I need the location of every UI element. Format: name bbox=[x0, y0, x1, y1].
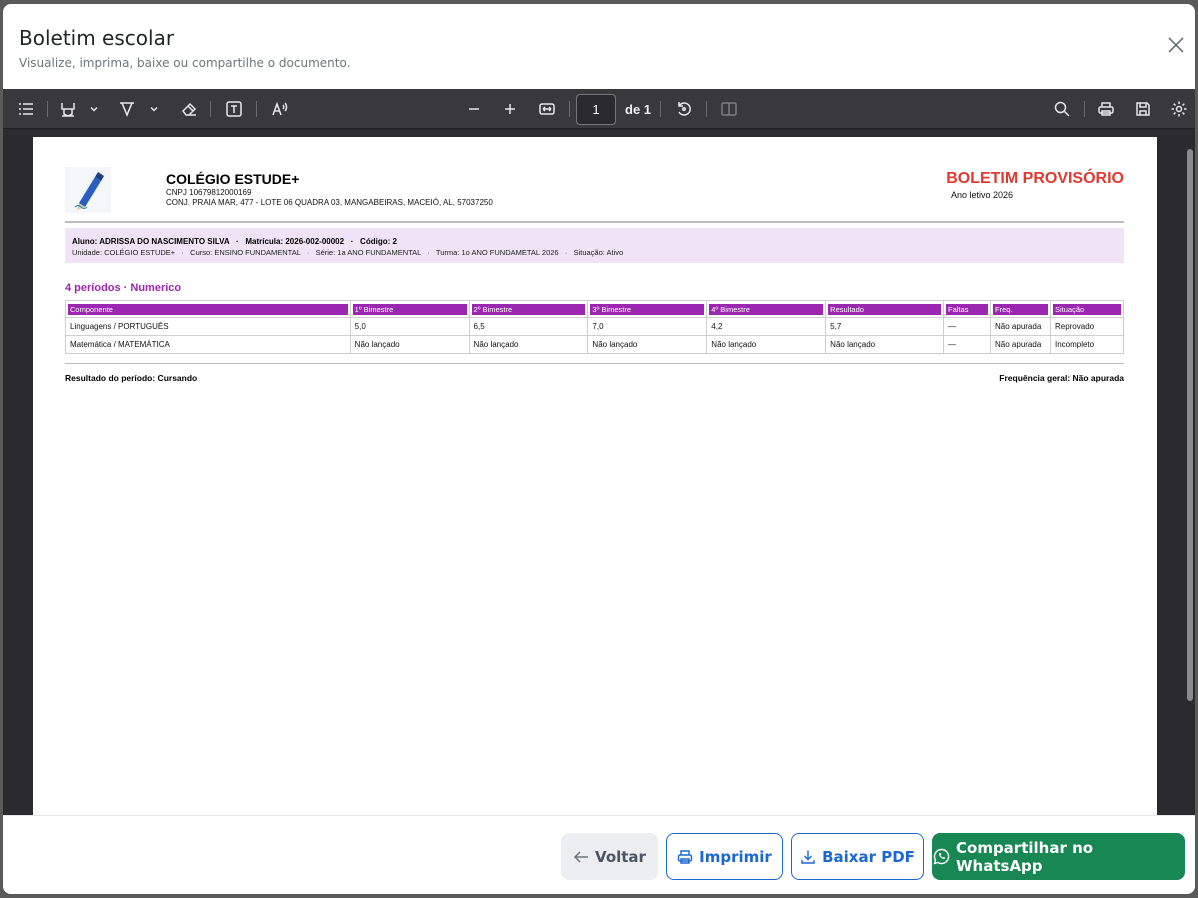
toolbar-divider bbox=[706, 101, 707, 117]
school-year: Ano letivo 2026 bbox=[951, 190, 1014, 200]
table-cell: Matemática / MATEMÁTICA bbox=[65, 335, 351, 354]
zoom-in-icon[interactable] bbox=[499, 98, 521, 120]
printer-icon bbox=[677, 849, 693, 864]
print-button-label: Imprimir bbox=[699, 847, 772, 866]
student-enrollment: Unidade: COLÉGIO ESTUDE+ · Curso: ENSINO… bbox=[72, 248, 624, 257]
table-cell: — bbox=[943, 335, 992, 354]
table-cell: 6,5 bbox=[468, 317, 589, 336]
toolbar-divider bbox=[47, 101, 48, 117]
period-result: Resultado do período: Cursando bbox=[65, 373, 198, 383]
toolbar-divider bbox=[210, 101, 211, 117]
header-divider bbox=[65, 221, 1124, 223]
modal-subtitle: Visualize, imprima, baixe ou compartilhe… bbox=[19, 56, 351, 70]
share-whatsapp-label: Compartilhar no WhatsApp bbox=[956, 838, 1094, 875]
toolbar-divider bbox=[1084, 101, 1085, 117]
download-pdf-label: Baixar PDF bbox=[822, 847, 915, 866]
table-cell: Não lançado bbox=[825, 335, 945, 354]
print-icon[interactable] bbox=[1095, 98, 1117, 120]
table-cell: 5,7 bbox=[825, 317, 945, 336]
student-info-box: Aluno: ADRISSA DO NASCIMENTO SILVA · Mat… bbox=[65, 228, 1124, 263]
back-button[interactable]: Voltar bbox=[561, 833, 658, 880]
grades-table: Componente 1º Bimestre 2º Bimestre 3º Bi… bbox=[65, 300, 1125, 354]
column-header: Resultado bbox=[825, 300, 945, 318]
school-name: COLÉGIO ESTUDE+ bbox=[166, 171, 300, 187]
chevron-down-icon[interactable] bbox=[83, 98, 105, 120]
settings-icon[interactable] bbox=[1168, 98, 1190, 120]
chevron-down-icon[interactable] bbox=[143, 98, 165, 120]
draw-icon[interactable] bbox=[116, 98, 138, 120]
column-header: 3º Bimestre bbox=[587, 300, 708, 318]
vertical-scrollbar[interactable] bbox=[1185, 129, 1195, 815]
table-cell: 4,2 bbox=[706, 317, 827, 336]
toolbar-divider bbox=[660, 101, 661, 117]
pdf-viewer: 1 de 1 COLÉGIO ESTUDE+ CNPJ 106798120001… bbox=[3, 89, 1195, 815]
whatsapp-icon bbox=[933, 848, 950, 865]
column-header: 1º Bimestre bbox=[349, 300, 470, 318]
toolbar-divider bbox=[256, 101, 257, 117]
results-divider bbox=[65, 363, 1124, 364]
table-cell: Reprovado bbox=[1049, 317, 1125, 336]
page-view-icon[interactable] bbox=[718, 98, 740, 120]
table-cell: Não lançado bbox=[468, 335, 589, 354]
zoom-out-icon[interactable] bbox=[463, 98, 485, 120]
table-cell: Não apurada bbox=[990, 335, 1051, 354]
modal-header: Boletim escolar Visualize, imprima, baix… bbox=[3, 4, 1195, 89]
column-header: Componente bbox=[65, 300, 351, 318]
table-cell: 7,0 bbox=[587, 317, 708, 336]
table-header-row: Componente 1º Bimestre 2º Bimestre 3º Bi… bbox=[65, 300, 1125, 318]
highlight-icon[interactable] bbox=[57, 98, 79, 120]
table-cell: Não lançado bbox=[587, 335, 708, 354]
pdf-page: COLÉGIO ESTUDE+ CNPJ 10679812000169 CONJ… bbox=[33, 137, 1157, 815]
table-cell: Não lançado bbox=[349, 335, 470, 354]
toolbar-divider bbox=[569, 101, 570, 117]
column-header: 4º Bimestre bbox=[706, 300, 827, 318]
modal-title: Boletim escolar bbox=[19, 26, 175, 50]
table-cell: 5,0 bbox=[349, 317, 470, 336]
read-aloud-icon[interactable] bbox=[269, 98, 291, 120]
school-logo bbox=[65, 167, 111, 213]
document-title: BOLETIM PROVISÓRIO bbox=[946, 170, 1124, 187]
column-header: Freq. bbox=[990, 300, 1051, 318]
save-icon[interactable] bbox=[1132, 98, 1154, 120]
school-cnpj: CNPJ 10679812000169 bbox=[166, 188, 252, 197]
school-address: CONJ. PRAIA MAR, 477 - LOTE 06 QUADRA 03… bbox=[166, 198, 493, 207]
download-icon bbox=[801, 850, 815, 864]
text-box-icon[interactable] bbox=[223, 98, 245, 120]
page-count-label: de 1 bbox=[625, 102, 652, 117]
table-cell: Incompleto bbox=[1049, 335, 1125, 354]
search-icon[interactable] bbox=[1051, 98, 1073, 120]
table-cell: Linguagens / PORTUGUÊS bbox=[65, 317, 351, 336]
periods-label: 4 períodos · Numerico bbox=[65, 282, 182, 294]
table-cell: — bbox=[943, 317, 992, 336]
download-pdf-button[interactable]: Baixar PDF bbox=[791, 833, 924, 880]
sidebar-toggle-icon[interactable] bbox=[15, 98, 37, 120]
table-row: Matemática / MATEMÁTICA Não lançado Não … bbox=[65, 335, 1125, 354]
table-cell: Não lançado bbox=[706, 335, 827, 354]
table-cell: Não apurada bbox=[990, 317, 1051, 336]
student-identity: Aluno: ADRISSA DO NASCIMENTO SILVA · Mat… bbox=[72, 237, 397, 246]
pdf-toolbar: 1 de 1 bbox=[3, 89, 1195, 129]
fit-page-icon[interactable] bbox=[536, 98, 558, 120]
close-icon[interactable] bbox=[1165, 34, 1187, 56]
arrow-left-icon bbox=[573, 850, 589, 863]
table-row: Linguagens / PORTUGUÊS 5,0 6,5 7,0 4,2 5… bbox=[65, 317, 1125, 336]
report-card-modal: Boletim escolar Visualize, imprima, baix… bbox=[3, 4, 1195, 894]
page-number-input[interactable]: 1 bbox=[576, 94, 616, 125]
print-button[interactable]: Imprimir bbox=[666, 833, 783, 880]
back-button-label: Voltar bbox=[595, 847, 646, 866]
scrollbar-thumb[interactable] bbox=[1187, 149, 1193, 701]
rotate-icon[interactable] bbox=[673, 98, 695, 120]
overall-frequency: Frequência geral: Não apurada bbox=[999, 373, 1124, 383]
share-whatsapp-button[interactable]: Compartilhar no WhatsApp bbox=[932, 833, 1185, 880]
eraser-icon[interactable] bbox=[178, 98, 200, 120]
column-header: 2º Bimestre bbox=[468, 300, 589, 318]
column-header: Faltas bbox=[943, 300, 992, 318]
column-header: Situação bbox=[1049, 300, 1125, 318]
modal-footer: Voltar Imprimir Baixar PDF Compartilhar … bbox=[3, 815, 1195, 894]
